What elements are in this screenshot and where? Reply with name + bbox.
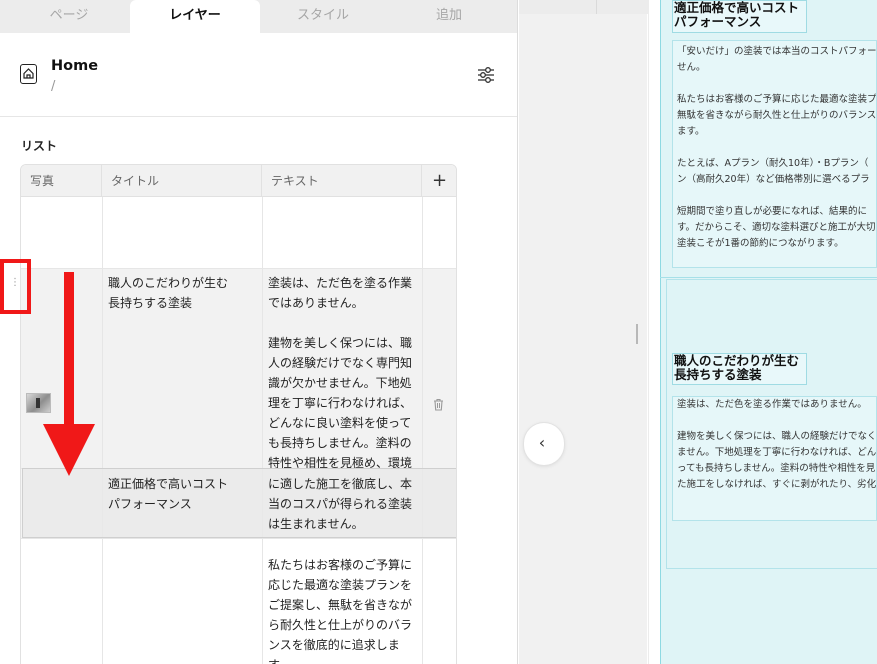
add-column-button[interactable]: +	[422, 165, 456, 197]
cell-title[interactable]: 適正価格で高いコスト パフォーマンス	[108, 474, 258, 514]
preview-paragraph: 「安いだけ」の塗装では本当のコストパフォー せん。 私たちはお客様のご予算に応じ…	[677, 46, 877, 249]
page-title[interactable]: Home	[51, 58, 98, 74]
tab-style[interactable]: スタイル	[258, 0, 388, 33]
page-path: /	[51, 79, 56, 94]
preview-heading[interactable]: 適正価格で高いコスト パフォーマンス	[672, 0, 807, 33]
preview-text-block[interactable]: 塗装は、ただ色を塗る作業ではありません。 建物を美しく保つには、職人の経験だけで…	[672, 396, 877, 521]
cell-text[interactable]: に適した施工を徹底し、本 当のコスパが得られる塗装 は生まれません。	[268, 474, 420, 534]
layers-panel: ページ レイヤー スタイル 追加 Home / リスト 写真 タイトル テキスト	[0, 0, 518, 664]
row-divider	[21, 538, 456, 539]
section-divider	[660, 277, 877, 278]
drag-handle-icon[interactable]: ⋮	[10, 277, 20, 288]
collapse-panel-button[interactable]: ‹	[524, 423, 564, 465]
tab-layers[interactable]: レイヤー	[130, 0, 260, 33]
trash-icon[interactable]	[433, 396, 444, 411]
panel-tabs: ページ レイヤー スタイル 追加	[0, 0, 517, 33]
drag-handle-highlight[interactable]: ⋮	[0, 259, 31, 314]
preview-text-block[interactable]: 「安いだけ」の塗装では本当のコストパフォー せん。 私たちはお客様のご予算に応じ…	[672, 40, 877, 268]
list-label: リスト	[21, 139, 58, 153]
page-header: Home /	[0, 33, 517, 117]
home-icon	[20, 64, 37, 84]
down-arrow-icon	[43, 272, 95, 476]
table-header: 写真 タイトル テキスト +	[21, 165, 456, 197]
cell-text[interactable]: 私たちはお客様のご予算に 応じた最適な塗装プランを ご提案し、無駄を省きなが ら…	[268, 555, 420, 664]
sliders-icon[interactable]	[475, 65, 497, 85]
resize-handle[interactable]	[636, 324, 638, 344]
tab-page[interactable]: ページ	[4, 0, 134, 33]
row-divider	[21, 268, 456, 269]
preview-paragraph: 塗装は、ただ色を塗る作業ではありません。 建物を美しく保つには、職人の経験だけで…	[677, 399, 877, 490]
tab-add[interactable]: 追加	[384, 0, 514, 33]
cell-text[interactable]: 塗装は、ただ色を塗る作業 ではありません。 建物を美しく保つには、職 人の経験だ…	[268, 273, 420, 468]
cell-title[interactable]: 職人のこだわりが生む 長持ちする塗装	[108, 273, 258, 313]
column-header-text[interactable]: テキスト	[262, 165, 422, 197]
column-header-title[interactable]: タイトル	[102, 165, 262, 197]
column-header-photo[interactable]: 写真	[21, 165, 102, 197]
preview-heading[interactable]: 職人のこだわりが生む 長持ちする塗装	[672, 353, 807, 385]
chevron-left-icon: ‹	[538, 433, 546, 452]
canvas-gutter	[519, 0, 647, 664]
